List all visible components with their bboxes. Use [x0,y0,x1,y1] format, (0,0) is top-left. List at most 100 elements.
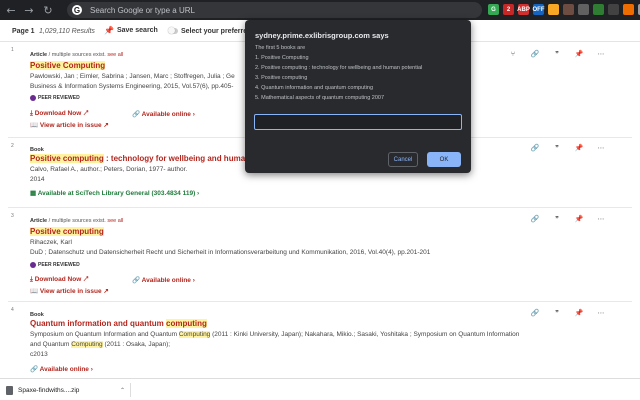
available-online-link[interactable]: 🔗 Available online › [30,365,93,373]
preferred-toggle[interactable] [168,27,178,34]
result-actions: 🔗 ❞ 📌 ⋯ [530,309,606,317]
cite-icon[interactable]: ❞ [552,50,562,58]
result-rank: 3 [11,213,14,219]
extension-icon[interactable] [548,4,559,15]
extension-icon[interactable] [563,4,574,15]
cite-icon[interactable]: ❞ [552,215,562,223]
result-title[interactable]: Positive computing : technology for well… [30,154,250,163]
pin-record-icon[interactable]: 📌 [574,144,584,152]
see-all-link[interactable]: see all [107,218,123,224]
permalink-icon[interactable]: 🔗 [530,215,540,223]
reload-icon[interactable]: ↻ [41,4,55,17]
citation-tree-icon[interactable]: ⑂ [508,50,518,58]
extension-icon[interactable]: ABP [517,4,530,15]
view-article-in-issue-link[interactable]: 📖 View article in issue ↗ [30,287,109,295]
permalink-icon[interactable]: 🔗 [530,50,540,58]
select-preferred-label: Select your preferred [181,28,252,35]
download-now-link[interactable]: ⤓ Download Now ↗ [30,110,88,118]
result-type: Article / multiple sources exist. see al… [30,218,123,224]
extension-icon[interactable]: OFF [533,4,545,15]
peer-reviewed-label: PEER REVIEWED [38,95,80,101]
result-actions: ⑂ 🔗 ❞ 📌 ⋯ [508,50,606,58]
ok-button[interactable]: OK [427,152,461,167]
file-icon [6,385,13,395]
view-issue-label: View article in issue [39,122,102,129]
extension-icon[interactable] [623,4,634,15]
more-options-icon[interactable]: ⋯ [596,215,606,223]
peer-reviewed-label: PEER REVIEWED [38,262,80,268]
save-search-label: Save search [116,27,158,34]
result-title-start: Quantum information and quantum [30,319,166,328]
more-options-icon[interactable]: ⋯ [596,50,606,58]
available-online-link[interactable]: 🔗 Available online › [132,110,195,118]
google-icon: G [72,5,82,15]
permalink-icon[interactable]: 🔗 [530,309,540,317]
available-online-label: Available online [141,111,191,118]
extension-icon[interactable]: G [488,4,499,15]
result-year: 2014 [30,176,45,183]
result-actions: 🔗 ❞ 📌 ⋯ [530,215,606,223]
result-authors-line2: and Quantum Computing (2011 : Osaka, Jap… [30,341,170,348]
dialog-line: 2. Positive computing : technology for w… [255,65,423,71]
cite-icon[interactable]: ❞ [552,144,562,152]
more-options-icon[interactable]: ⋯ [596,309,606,317]
dialog-line: 1. Positive Computing [255,55,309,61]
result-year: c2013 [30,351,48,358]
pin-record-icon[interactable]: 📌 [574,215,584,223]
download-now-label: Download Now [34,276,82,283]
result-authors: Pawlowski, Jan ; Eimler, Sabrina ; Janse… [30,73,235,80]
extension-icon[interactable]: 2 [503,4,514,15]
dialog-prompt-input[interactable] [254,114,462,130]
result-rank: 4 [11,307,14,313]
result-authors-line1: Symposium on Quantum Information and Qua… [30,331,519,338]
available-online-link[interactable]: 🔗 Available online › [132,276,195,284]
pin-record-icon[interactable]: 📌 [574,50,584,58]
dialog-message: The first 5 books are 1. Positive Comput… [255,43,422,103]
download-item[interactable]: Spaxe-findwiths....zip ⌃ [6,383,131,397]
download-filename: Spaxe-findwiths....zip [18,386,80,394]
result-title-highlight: Positive computing [30,154,104,163]
available-online-label: Available online [141,277,191,284]
result-type-label: Article [30,52,48,58]
omnibox[interactable]: G Search Google or type a URL [67,2,482,18]
result-title-rest: : technology for wellbeing and human [103,154,251,163]
download-bar: Spaxe-findwiths....zip ⌃ [0,378,640,400]
result-type: Article / multiple sources exist. see al… [30,52,123,58]
peer-reviewed-icon [30,262,36,268]
cancel-button[interactable]: Cancel [388,152,418,167]
authors-part-a: Symposium on Quantum Information and Qua… [30,331,179,338]
result-source: DuD ; Datenschutz und Datensicherheit Re… [30,249,431,256]
cite-icon[interactable]: ❞ [552,309,562,317]
see-all-link[interactable]: see all [107,52,123,58]
extension-icon[interactable] [593,4,604,15]
dialog-title: sydney.prime.exlibrisgroup.com says [255,31,389,40]
download-now-link[interactable]: ⤓ Download Now ↗ [30,276,88,284]
peer-reviewed-badge: PEER REVIEWED [30,95,80,101]
result-type: Book [30,312,44,318]
available-at-library-link[interactable]: ▦ Available at SciTech Library General (… [30,189,199,197]
chevron-up-icon[interactable]: ⌃ [120,387,125,394]
dialog-line: 4. Quantum information and quantum compu… [255,85,374,91]
result-title[interactable]: Positive computing [30,227,104,236]
extension-icon[interactable] [578,4,589,15]
authors2-part-a: and Quantum [30,341,72,348]
result-rank: 1 [11,47,14,53]
view-article-in-issue-link[interactable]: 📖 View article in issue ↗ [30,121,109,129]
pin-icon: 📌 [104,26,114,35]
browser-toolbar: ← → ↻ G Search Google or type a URL G 2 AB… [0,0,640,20]
forward-arrow-icon[interactable]: → [22,4,36,17]
authors-part-c: (2011 : Kinki University, Japan); Nakaha… [210,331,520,338]
result-authors: Calvo, Rafael A., author.; Peters, Doria… [30,166,188,173]
permalink-icon[interactable]: 🔗 [530,144,540,152]
result-title[interactable]: Quantum information and quantum computin… [30,319,207,328]
save-search-button[interactable]: 📌 Save search [104,26,158,35]
result-source: Business & Information Systems Engineeri… [30,83,234,90]
extension-icon[interactable] [608,4,619,15]
result-title[interactable]: Positive Computing [30,61,106,70]
more-options-icon[interactable]: ⋯ [596,144,606,152]
alert-dialog: sydney.prime.exlibrisgroup.com says The … [245,20,471,173]
result-type-extra: / multiple sources exist. [47,218,106,224]
back-arrow-icon[interactable]: ← [4,4,18,17]
pin-record-icon[interactable]: 📌 [574,309,584,317]
peer-reviewed-badge: PEER REVIEWED [30,262,80,268]
